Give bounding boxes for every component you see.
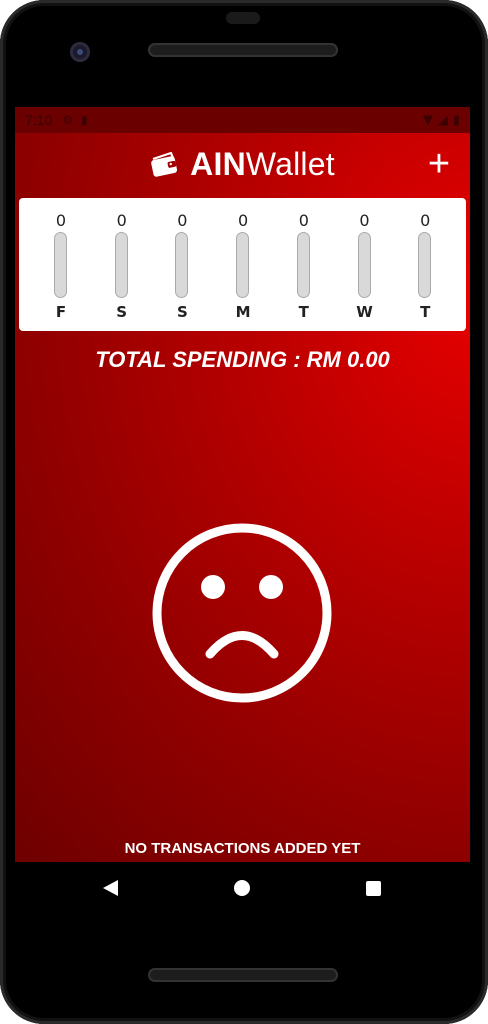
bar-day-label: W bbox=[356, 303, 373, 321]
bar-value-label: 0 bbox=[298, 211, 309, 230]
bar-track bbox=[175, 232, 189, 298]
app-bar: AINWallet + bbox=[15, 133, 470, 195]
recent-apps-icon[interactable] bbox=[366, 881, 381, 896]
bar-day-label: F bbox=[55, 303, 67, 321]
bar-track bbox=[54, 232, 67, 298]
bar-value-label: 0 bbox=[238, 211, 249, 230]
add-transaction-button[interactable]: + bbox=[420, 145, 458, 183]
total-spending-label: TOTAL SPENDING : RM 0.00 bbox=[95, 347, 390, 372]
wallet-icon bbox=[151, 151, 178, 177]
home-icon[interactable] bbox=[234, 880, 250, 896]
weekly-spending-chart: 0 F 0 S 0 S 0 M 0 T 0 W 0 T bbox=[19, 198, 466, 331]
status-right-icons: ▼ ◢ ▮ bbox=[423, 113, 460, 128]
bar-track bbox=[296, 232, 310, 298]
bottom-speaker bbox=[148, 968, 338, 982]
bar-day-label: T bbox=[420, 303, 431, 321]
battery-icon: ▮ bbox=[452, 112, 460, 128]
front-camera-icon bbox=[70, 42, 90, 62]
sim-status-icon: ▮ bbox=[81, 113, 88, 127]
bar-track bbox=[357, 232, 371, 298]
sad-face-icon bbox=[152, 523, 332, 703]
bar-value-label: 0 bbox=[177, 211, 188, 230]
bar-track bbox=[236, 232, 250, 298]
status-time: 7:10 bbox=[25, 112, 53, 128]
bar-day-label: S bbox=[176, 303, 188, 321]
system-nav-bar bbox=[15, 862, 470, 914]
phone-frame: 7:10 ⚙ ▮ ▼ ◢ ▮ AINWallet + 0 F 0 S 0 S 0 M 0 T 0 W bbox=[0, 0, 488, 1024]
bar-day-label: M bbox=[235, 303, 251, 321]
bar-day-label: T bbox=[298, 303, 309, 321]
bar-value-label: 0 bbox=[420, 211, 431, 230]
bar-value-label: 0 bbox=[116, 211, 127, 230]
bar-track bbox=[114, 232, 128, 298]
earpiece-speaker bbox=[148, 43, 338, 57]
bar-day-label: S bbox=[116, 303, 128, 321]
phone-sensor bbox=[226, 12, 260, 24]
settings-status-icon: ⚙ bbox=[62, 113, 74, 127]
bar-track bbox=[418, 232, 432, 298]
empty-state-message: NO TRANSACTIONS ADDED YET bbox=[124, 840, 361, 857]
app-brand: AINWallet bbox=[150, 146, 335, 183]
signal-icon: ◢ bbox=[437, 112, 448, 128]
app-screen: 7:10 ⚙ ▮ ▼ ◢ ▮ AINWallet + 0 F 0 S 0 S 0 M 0 T 0 W bbox=[15, 107, 470, 862]
bar-value-label: 0 bbox=[359, 211, 370, 230]
status-bar: 7:10 ⚙ ▮ ▼ ◢ ▮ bbox=[15, 107, 470, 133]
bar-value-label: 0 bbox=[55, 211, 67, 230]
wifi-icon: ▼ bbox=[422, 112, 433, 128]
back-icon[interactable] bbox=[103, 880, 118, 896]
app-title: AINWallet bbox=[190, 145, 335, 182]
